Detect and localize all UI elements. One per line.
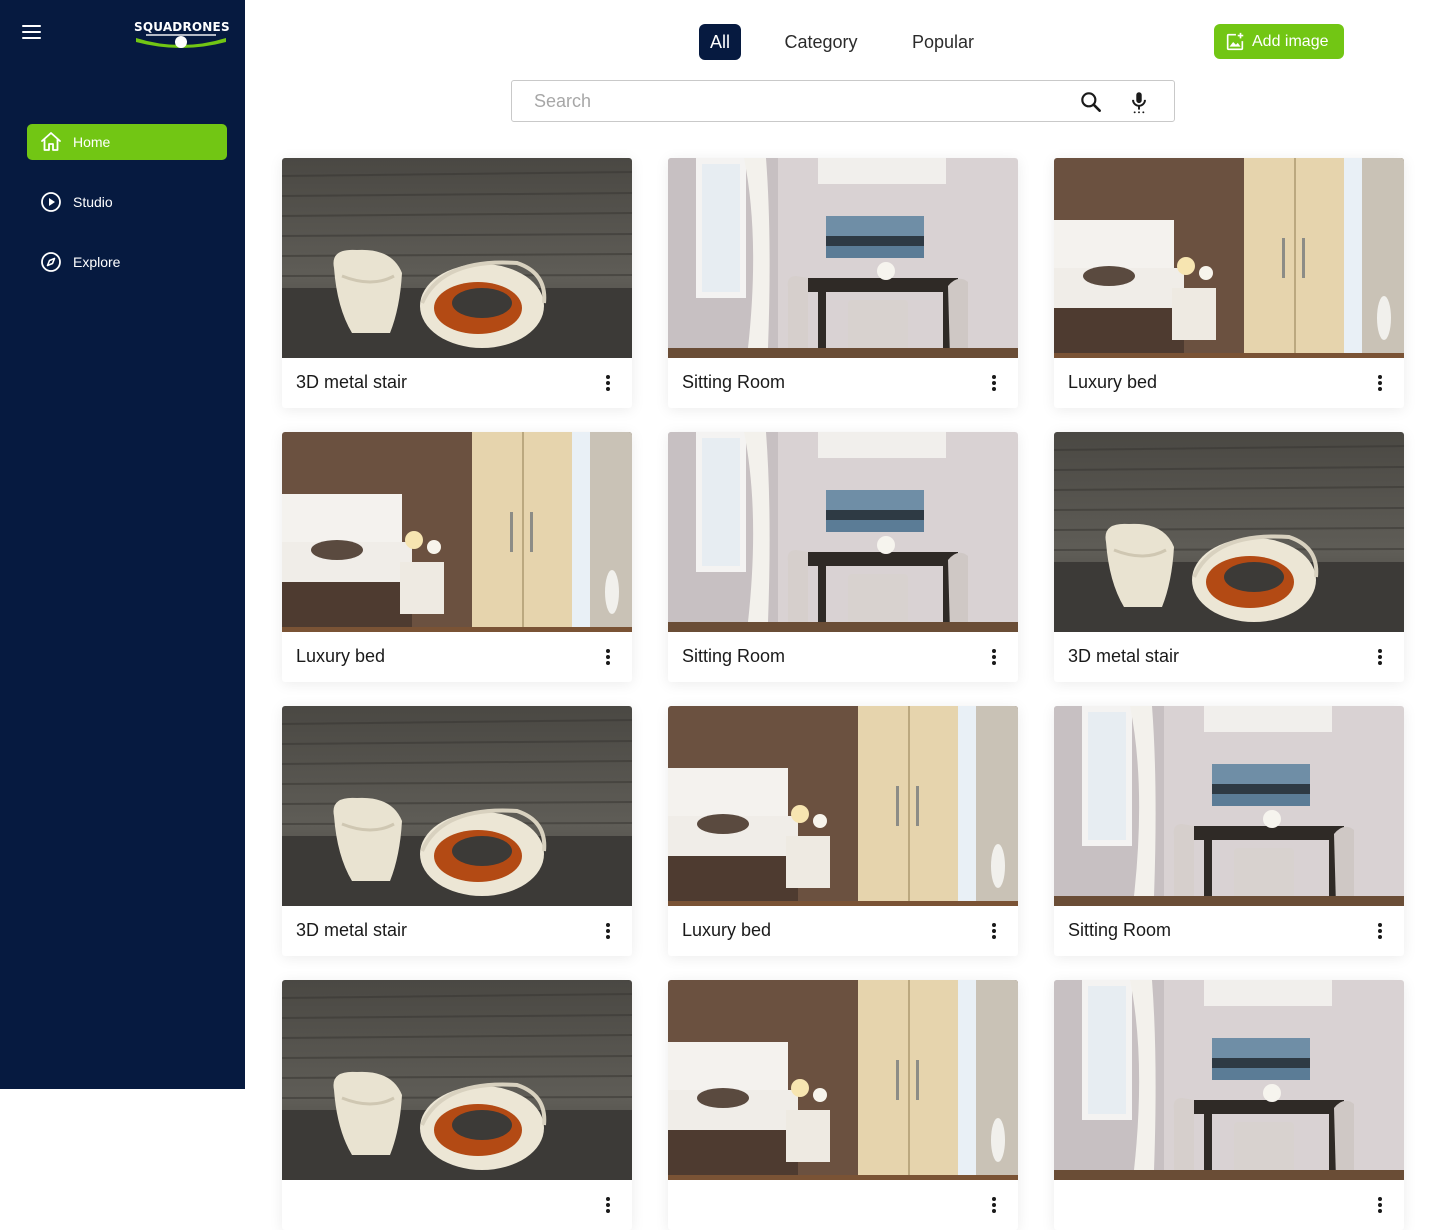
- thumbnail-image: [668, 432, 1018, 632]
- card-title: Sitting Room: [682, 646, 786, 666]
- thumbnail-image: [1054, 706, 1404, 906]
- sidebar-item-label: Studio: [73, 194, 113, 210]
- more-vert-icon[interactable]: [984, 920, 1004, 942]
- image-card[interactable]: Sitting Room: [668, 432, 1018, 682]
- image-card[interactable]: [668, 980, 1018, 1230]
- more-vert-icon[interactable]: [984, 646, 1004, 668]
- card-title: Sitting Room: [1068, 920, 1172, 940]
- image-card[interactable]: 3D metal stair: [282, 158, 632, 408]
- home-icon: [41, 132, 61, 151]
- more-vert-icon[interactable]: [1370, 372, 1390, 394]
- search-icon[interactable]: [1078, 89, 1104, 115]
- card-thumbnail[interactable]: [668, 706, 1018, 906]
- card-title: Luxury bed: [682, 920, 772, 940]
- thumbnail-image: [668, 158, 1018, 358]
- more-vert-icon[interactable]: [1370, 1194, 1390, 1216]
- thumbnail-image: [282, 706, 632, 906]
- more-vert-icon[interactable]: [598, 920, 618, 942]
- card-title: 3D metal stair: [296, 372, 408, 392]
- card-thumbnail[interactable]: [668, 980, 1018, 1180]
- card-title: Luxury bed: [1068, 372, 1158, 392]
- hamburger-menu-icon[interactable]: [22, 24, 42, 40]
- image-card[interactable]: Luxury bed: [1054, 158, 1404, 408]
- search-bar: [511, 80, 1175, 122]
- microphone-icon[interactable]: [1126, 89, 1152, 115]
- more-vert-icon[interactable]: [984, 372, 1004, 394]
- image-card[interactable]: Sitting Room: [668, 158, 1018, 408]
- more-vert-icon[interactable]: [598, 1194, 618, 1216]
- image-card[interactable]: 3D metal stair: [282, 706, 632, 956]
- sidebar-item-studio[interactable]: Studio: [27, 184, 227, 220]
- card-thumbnail[interactable]: [668, 158, 1018, 358]
- thumbnail-image: [282, 158, 632, 358]
- tab-popular[interactable]: Popular: [901, 24, 985, 60]
- thumbnail-image: [1054, 432, 1404, 632]
- sidebar-item-home[interactable]: Home: [27, 124, 227, 160]
- card-thumbnail[interactable]: [282, 158, 632, 358]
- thumbnail-image: [282, 432, 632, 632]
- card-thumbnail[interactable]: [282, 432, 632, 632]
- brand-logo[interactable]: SQUADRONES: [134, 20, 230, 48]
- add-photo-icon: [1226, 32, 1244, 50]
- card-title: Sitting Room: [682, 372, 786, 392]
- more-vert-icon[interactable]: [598, 372, 618, 394]
- logo-swoosh-icon: [136, 34, 226, 48]
- card-thumbnail[interactable]: [282, 980, 632, 1180]
- thumbnail-image: [1054, 158, 1404, 358]
- image-card[interactable]: [1054, 980, 1404, 1230]
- play-circle-icon: [41, 192, 61, 212]
- card-title: 3D metal stair: [1068, 646, 1180, 666]
- card-thumbnail[interactable]: [1054, 980, 1404, 1180]
- card-thumbnail[interactable]: [1054, 158, 1404, 358]
- tab-category[interactable]: Category: [771, 24, 871, 60]
- image-card[interactable]: Luxury bed: [282, 432, 632, 682]
- card-thumbnail[interactable]: [1054, 706, 1404, 906]
- more-vert-icon[interactable]: [598, 646, 618, 668]
- search-input[interactable]: [534, 89, 1054, 113]
- more-vert-icon[interactable]: [1370, 646, 1390, 668]
- sidebar-item-explore[interactable]: Explore: [27, 244, 227, 280]
- image-card[interactable]: Luxury bed: [668, 706, 1018, 956]
- thumbnail-image: [282, 980, 632, 1180]
- add-image-label: Add image: [1252, 32, 1329, 50]
- image-card[interactable]: 3D metal stair: [1054, 432, 1404, 682]
- add-image-button[interactable]: Add image: [1214, 24, 1344, 59]
- tab-all[interactable]: All: [699, 24, 741, 60]
- more-vert-icon[interactable]: [1370, 920, 1390, 942]
- main-content: All Category Popular Add image Search 3D…: [245, 0, 1440, 1230]
- thumbnail-image: [1054, 980, 1404, 1180]
- compass-icon: [41, 252, 61, 272]
- sidebar-item-label: Explore: [73, 254, 121, 270]
- card-thumbnail[interactable]: [1054, 432, 1404, 632]
- card-thumbnail[interactable]: [668, 432, 1018, 632]
- card-title: Luxury bed: [296, 646, 386, 666]
- image-card[interactable]: Sitting Room: [1054, 706, 1404, 956]
- more-vert-icon[interactable]: [984, 1194, 1004, 1216]
- sidebar: SQUADRONES Home Studio Explore: [0, 0, 245, 1089]
- thumbnail-image: [668, 980, 1018, 1180]
- thumbnail-image: [668, 706, 1018, 906]
- card-title: 3D metal stair: [296, 920, 408, 940]
- image-card[interactable]: [282, 980, 632, 1230]
- card-thumbnail[interactable]: [282, 706, 632, 906]
- sidebar-item-label: Home: [73, 134, 111, 150]
